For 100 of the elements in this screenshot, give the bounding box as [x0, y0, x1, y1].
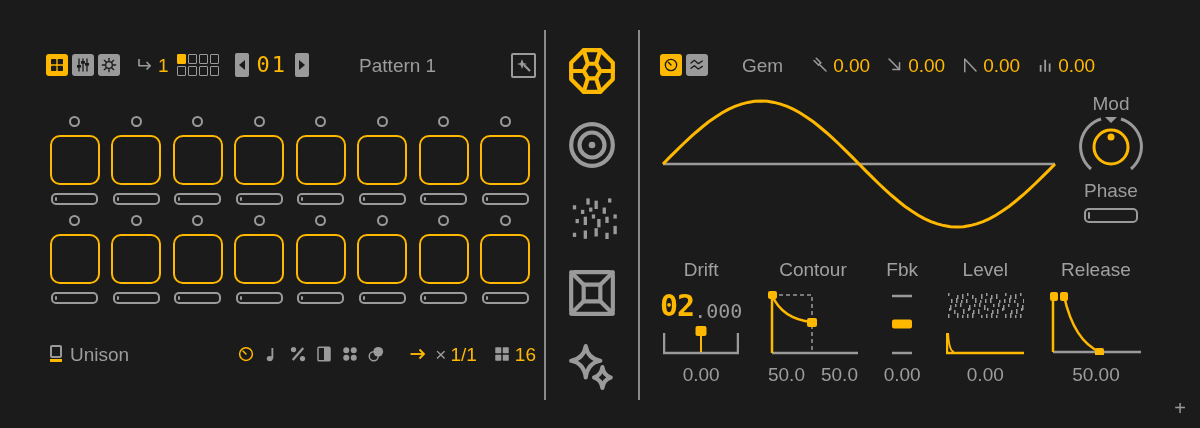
drum-pad[interactable]: [480, 135, 531, 185]
target-icon[interactable]: [567, 120, 617, 170]
step-light: [69, 215, 81, 226]
wave-icon: [689, 57, 705, 73]
param-value: 0.00: [833, 55, 871, 75]
grid-icon: [492, 345, 511, 363]
velocity-slider[interactable]: [420, 292, 468, 304]
step-light: [192, 215, 204, 226]
right-triangle-icon: [298, 60, 307, 70]
control-value: 0.00: [966, 365, 1004, 384]
step-light: [253, 116, 265, 127]
drum-pad[interactable]: [418, 135, 469, 185]
previous-button[interactable]: [234, 53, 249, 77]
drum-pad[interactable]: [357, 234, 408, 284]
page-cell[interactable]: [209, 54, 219, 64]
view-tab[interactable]: [98, 54, 120, 76]
percent-icon[interactable]: [289, 345, 308, 363]
drum-pad[interactable]: [234, 234, 285, 284]
gem-icon[interactable]: [567, 46, 617, 96]
settings-icon: [101, 57, 117, 73]
velocity-slider[interactable]: [174, 193, 222, 205]
digit-display: 02: [660, 291, 695, 321]
page-cell[interactable]: [198, 54, 208, 64]
step-light: [376, 215, 388, 226]
step-light: [376, 116, 388, 127]
page-cell[interactable]: [176, 54, 186, 64]
drum-pad[interactable]: [172, 234, 223, 284]
control-value: 50.00: [1072, 365, 1120, 384]
next-button[interactable]: [295, 53, 310, 77]
view-tab[interactable]: [72, 54, 94, 76]
slider-handle[interactable]: [892, 319, 913, 329]
control-value: 0.00: [682, 365, 720, 384]
velocity-slider[interactable]: [358, 292, 406, 304]
step-light: [499, 116, 511, 127]
dots-icon[interactable]: [341, 345, 360, 363]
add-icon[interactable]: +: [1174, 398, 1186, 418]
param-value: 0.00: [908, 55, 946, 75]
control-label: Contour: [779, 260, 847, 279]
drum-pad[interactable]: [234, 135, 285, 185]
velocity-slider[interactable]: [297, 193, 345, 205]
velocity-slider[interactable]: [112, 193, 160, 205]
step-light: [499, 215, 511, 226]
page-cell[interactable]: [187, 66, 197, 76]
drum-pad[interactable]: [111, 234, 162, 284]
page-cell[interactable]: [176, 66, 186, 76]
velocity-slider[interactable]: [358, 193, 406, 205]
left-triangle-icon: [237, 60, 246, 70]
drum-pad[interactable]: [480, 234, 531, 284]
half-square-icon[interactable]: [315, 345, 334, 363]
slider-handle[interactable]: [695, 326, 707, 353]
velocity-slider[interactable]: [420, 193, 468, 205]
view-tab[interactable]: [46, 54, 68, 76]
drum-pad[interactable]: [111, 135, 162, 185]
phase-slider[interactable]: [1084, 208, 1138, 223]
velocity-slider[interactable]: [112, 292, 160, 304]
drum-pad[interactable]: [172, 135, 223, 185]
sliders-icon: [75, 57, 91, 73]
cube-icon[interactable]: [567, 268, 617, 318]
step-light: [315, 116, 327, 127]
velocity-slider[interactable]: [481, 292, 529, 304]
velocity-slider[interactable]: [174, 292, 222, 304]
velocity-slider[interactable]: [51, 193, 99, 205]
page-cell[interactable]: [209, 66, 219, 76]
control-label: Release: [1061, 260, 1131, 279]
engine-name: Gem: [742, 55, 784, 75]
drum-pad[interactable]: [295, 234, 346, 284]
drum-pad[interactable]: [295, 135, 346, 185]
drum-pad[interactable]: [49, 135, 100, 185]
step-light: [438, 215, 450, 226]
envelope-graph[interactable]: [1049, 291, 1142, 355]
step-light: [192, 116, 204, 127]
dial-icon[interactable]: [237, 345, 256, 363]
velocity-slider[interactable]: [481, 193, 529, 205]
slider-label: Phase: [1084, 181, 1138, 200]
velocity-slider[interactable]: [235, 292, 283, 304]
step-light: [69, 116, 81, 127]
slope-icon: [961, 56, 980, 74]
step-light: [253, 215, 265, 226]
velocity-slider[interactable]: [235, 193, 283, 205]
drum-pad[interactable]: [418, 234, 469, 284]
step-light: [130, 116, 142, 127]
drum-pad[interactable]: [49, 234, 100, 284]
velocity-slider[interactable]: [51, 292, 99, 304]
grid-icon: [49, 57, 65, 73]
circles-icon[interactable]: [367, 345, 386, 363]
wave-tab[interactable]: [686, 54, 708, 76]
control-value: 50.0: [820, 365, 858, 384]
wave-tab[interactable]: [660, 54, 682, 76]
param-value: 0.00: [1058, 55, 1096, 75]
multiply-sign: ×: [435, 344, 447, 364]
drum-pad[interactable]: [357, 135, 408, 185]
envelope-graph[interactable]: [767, 291, 858, 355]
page-cell[interactable]: [187, 54, 197, 64]
rate-value: 1/1: [450, 344, 477, 364]
velocity-slider[interactable]: [297, 292, 345, 304]
magic-button[interactable]: [511, 52, 536, 78]
dial-icon: [663, 57, 679, 73]
control-label: Drift: [683, 260, 719, 279]
page-cell[interactable]: [198, 66, 208, 76]
control-label: Fbk: [886, 260, 918, 279]
